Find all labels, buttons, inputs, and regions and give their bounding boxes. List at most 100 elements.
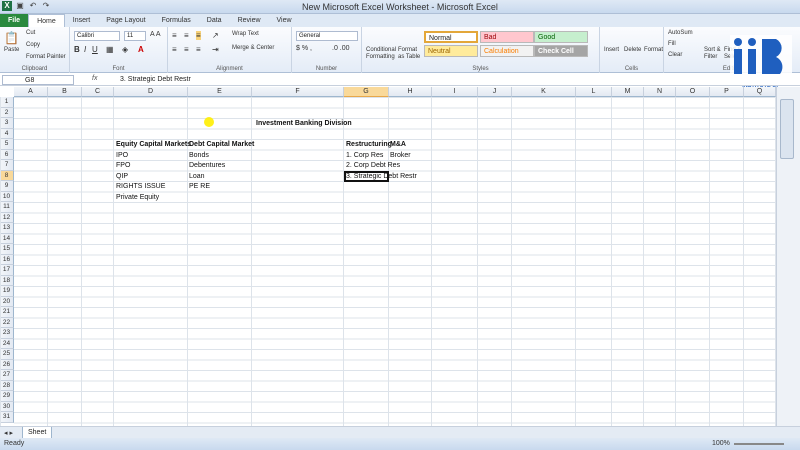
fx-icon[interactable]: fx	[92, 75, 97, 82]
cell-dcm-1[interactable]: Bonds	[189, 151, 209, 161]
row-header-28[interactable]: 28	[0, 380, 14, 391]
cell-ecm-5[interactable]: Private Equity	[116, 193, 159, 203]
style-bad[interactable]: Bad	[480, 31, 534, 43]
cell-ma-1[interactable]: Broker	[390, 151, 411, 161]
row-header-1[interactable]: 1	[0, 97, 14, 108]
font-size-box[interactable]: 11	[124, 31, 146, 41]
column-header-l[interactable]: L	[576, 87, 612, 97]
merge-center-button[interactable]: Merge & Center	[232, 45, 274, 51]
cell-restructuring-header[interactable]: Restructuring	[346, 140, 392, 150]
cell-ecm-2[interactable]: FPO	[116, 161, 130, 171]
column-header-m[interactable]: M	[612, 87, 644, 97]
cell-restructuring-2[interactable]: 2. Corp Debt Res	[346, 161, 400, 171]
scrollbar-thumb[interactable]	[780, 99, 794, 159]
cell-title[interactable]: Investment Banking Division	[256, 119, 352, 129]
column-header-c[interactable]: C	[82, 87, 114, 97]
grow-font-icon[interactable]: A A	[150, 31, 161, 38]
column-header-d[interactable]: D	[114, 87, 188, 97]
font-color-icon[interactable]: A	[138, 45, 144, 54]
currency-icon[interactable]: $ % ,	[296, 45, 312, 52]
top-align-icon[interactable]: ≡	[172, 31, 177, 40]
align-right-icon[interactable]: ≡	[196, 45, 201, 54]
underline-icon[interactable]: U	[92, 45, 98, 54]
style-calculation[interactable]: Calculation	[480, 45, 534, 57]
indent-icon[interactable]: ⇥	[212, 45, 219, 54]
row-header-4[interactable]: 4	[0, 128, 14, 139]
column-header-g[interactable]: G	[344, 87, 389, 97]
tab-file[interactable]: File	[0, 14, 29, 27]
row-header-16[interactable]: 16	[0, 254, 14, 265]
column-header-b[interactable]: B	[48, 87, 82, 97]
fill-button[interactable]: Fill	[668, 41, 676, 47]
row-header-25[interactable]: 25	[0, 349, 14, 360]
tab-formulas[interactable]: Formulas	[154, 14, 199, 27]
borders-icon[interactable]: ▦	[106, 45, 114, 54]
cut-button[interactable]: Cut	[26, 30, 35, 36]
row-header-30[interactable]: 30	[0, 401, 14, 412]
row-header-8[interactable]: 8	[0, 170, 14, 181]
format-painter-button[interactable]: Format Painter	[26, 54, 66, 60]
paste-button[interactable]: Paste	[4, 47, 19, 53]
sort-filter-button[interactable]: Sort & Filter	[704, 47, 722, 61]
bold-icon[interactable]: B	[74, 45, 80, 54]
column-header-i[interactable]: I	[432, 87, 478, 97]
align-left-icon[interactable]: ≡	[172, 45, 177, 54]
style-good[interactable]: Good	[534, 31, 588, 43]
style-check-cell[interactable]: Check Cell	[534, 45, 588, 57]
row-header-18[interactable]: 18	[0, 275, 14, 286]
tab-review[interactable]: Review	[230, 14, 269, 27]
cell-ma-header[interactable]: M&A	[390, 140, 406, 150]
italic-icon[interactable]: I	[84, 45, 86, 54]
zoom-level[interactable]: 100%	[712, 440, 730, 447]
row-header-26[interactable]: 26	[0, 359, 14, 370]
row-header-17[interactable]: 17	[0, 265, 14, 276]
wrap-text-button[interactable]: Wrap Text	[232, 31, 259, 37]
row-header-23[interactable]: 23	[0, 328, 14, 339]
delete-button[interactable]: Delete	[624, 47, 641, 53]
style-neutral[interactable]: Neutral	[424, 45, 478, 57]
active-cell-outline[interactable]	[344, 170, 389, 182]
row-header-10[interactable]: 10	[0, 191, 14, 202]
tab-view[interactable]: View	[269, 14, 300, 27]
column-header-n[interactable]: N	[644, 87, 676, 97]
paste-icon[interactable]: 📋	[4, 31, 19, 45]
column-header-p[interactable]: P	[710, 87, 744, 97]
cell-dcm-4[interactable]: PE RE	[189, 182, 210, 192]
sheet-nav-icon[interactable]: ◂ ▸	[4, 429, 13, 437]
column-header-k[interactable]: K	[512, 87, 576, 97]
row-header-31[interactable]: 31	[0, 412, 14, 423]
middle-align-icon[interactable]: ≡	[184, 31, 189, 40]
fill-color-icon[interactable]: ◈	[122, 45, 128, 54]
vertical-scrollbar[interactable]	[776, 87, 800, 426]
font-name-box[interactable]: Calibri	[74, 31, 120, 41]
bottom-align-icon[interactable]: ≡	[196, 31, 201, 40]
row-header-11[interactable]: 11	[0, 202, 14, 213]
row-header-7[interactable]: 7	[0, 160, 14, 171]
row-header-12[interactable]: 12	[0, 212, 14, 223]
copy-button[interactable]: Copy	[26, 42, 40, 48]
cell-ecm-1[interactable]: IPO	[116, 151, 128, 161]
column-header-o[interactable]: O	[676, 87, 710, 97]
row-header-14[interactable]: 14	[0, 233, 14, 244]
row-header-6[interactable]: 6	[0, 149, 14, 160]
tab-home[interactable]: Home	[28, 14, 65, 27]
format-as-table-button[interactable]: Format as Table	[398, 47, 424, 61]
cell-dcm-header[interactable]: Debt Capital Market	[189, 140, 254, 150]
cell-dcm-3[interactable]: Loan	[189, 172, 205, 182]
column-header-a[interactable]: A	[14, 87, 48, 97]
row-header-5[interactable]: 5	[0, 139, 14, 150]
row-header-24[interactable]: 24	[0, 338, 14, 349]
row-header-29[interactable]: 29	[0, 391, 14, 402]
cell-ecm-3[interactable]: QIP	[116, 172, 128, 182]
insert-button[interactable]: Insert	[604, 47, 619, 53]
cell-ecm-4[interactable]: RIGHTS ISSUE	[116, 182, 165, 192]
row-header-21[interactable]: 21	[0, 307, 14, 318]
conditional-formatting-button[interactable]: Conditional Formatting	[366, 47, 396, 61]
align-center-icon[interactable]: ≡	[184, 45, 189, 54]
autosum-button[interactable]: AutoSum	[668, 30, 693, 36]
row-header-20[interactable]: 20	[0, 296, 14, 307]
tab-insert[interactable]: Insert	[65, 14, 99, 27]
row-header-22[interactable]: 22	[0, 317, 14, 328]
decimal-icon[interactable]: .0 .00	[332, 45, 350, 52]
row-header-9[interactable]: 9	[0, 181, 14, 192]
